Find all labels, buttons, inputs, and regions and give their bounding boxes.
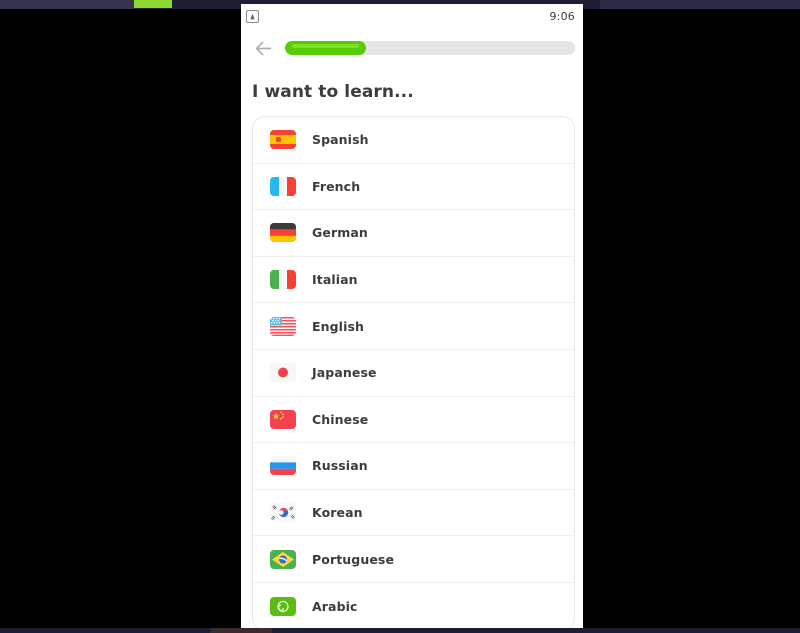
language-option-chinese[interactable]: Chinese	[253, 396, 574, 444]
chrome-accent-green	[134, 0, 172, 8]
language-option-label: German	[312, 225, 368, 241]
flag-japan-icon	[270, 363, 296, 383]
flag-france-icon	[270, 176, 296, 196]
flag-spain-icon	[270, 130, 296, 150]
status-bar: 9:06	[241, 4, 583, 28]
language-option-italian[interactable]: Italian	[253, 256, 574, 304]
language-option-label: Portuguese	[312, 551, 395, 567]
flag-russia-icon	[270, 456, 296, 476]
chrome-segment-left	[0, 0, 134, 9]
language-list: Spanish French German Italian English Ja…	[252, 116, 575, 628]
flag-brazil-icon	[270, 549, 296, 569]
flag-arabic-icon	[270, 596, 296, 616]
chrome-segment-right	[600, 0, 800, 9]
language-option-label: Spanish	[312, 132, 369, 148]
phone-viewport: 9:06 I want to learn... Spanish French G…	[241, 4, 583, 628]
progress-bar	[285, 41, 575, 55]
status-bar-time: 9:06	[549, 9, 575, 23]
language-option-label: Russian	[312, 458, 368, 474]
language-option-english[interactable]: English	[253, 303, 574, 350]
back-arrow-icon[interactable]	[252, 37, 274, 59]
flag-italy-icon	[270, 270, 296, 290]
app-notification-icon	[246, 9, 259, 23]
page-title: I want to learn...	[252, 82, 414, 102]
language-option-arabic[interactable]: Arabic	[253, 582, 574, 628]
screen: 9:06 I want to learn... Spanish French G…	[0, 0, 800, 633]
language-option-label: Italian	[312, 272, 358, 288]
language-option-label: Chinese	[312, 411, 369, 427]
language-option-spanish[interactable]: Spanish	[253, 117, 574, 164]
desktop-bottom-chrome	[0, 628, 800, 633]
flag-germany-icon	[270, 223, 296, 243]
language-option-label: Arabic	[312, 598, 358, 614]
language-option-portuguese[interactable]: Portuguese	[253, 536, 574, 583]
onboarding-header	[241, 28, 583, 59]
chrome-bottom-segment	[210, 628, 272, 633]
language-option-label: French	[312, 178, 361, 194]
language-option-label: Japanese	[312, 365, 377, 381]
flag-china-icon	[270, 409, 296, 429]
language-option-japanese[interactable]: Japanese	[253, 349, 574, 397]
flag-usa-icon	[270, 316, 296, 336]
language-option-french[interactable]: French	[253, 163, 574, 211]
language-option-korean[interactable]: Korean	[253, 489, 574, 537]
language-option-russian[interactable]: Russian	[253, 443, 574, 490]
progress-bar-fill	[285, 41, 367, 55]
progress-bar-gloss	[292, 43, 360, 48]
flag-south-korea-icon	[270, 503, 296, 523]
language-option-label: Korean	[312, 505, 363, 521]
language-option-german[interactable]: German	[253, 210, 574, 257]
language-option-label: English	[312, 318, 364, 334]
